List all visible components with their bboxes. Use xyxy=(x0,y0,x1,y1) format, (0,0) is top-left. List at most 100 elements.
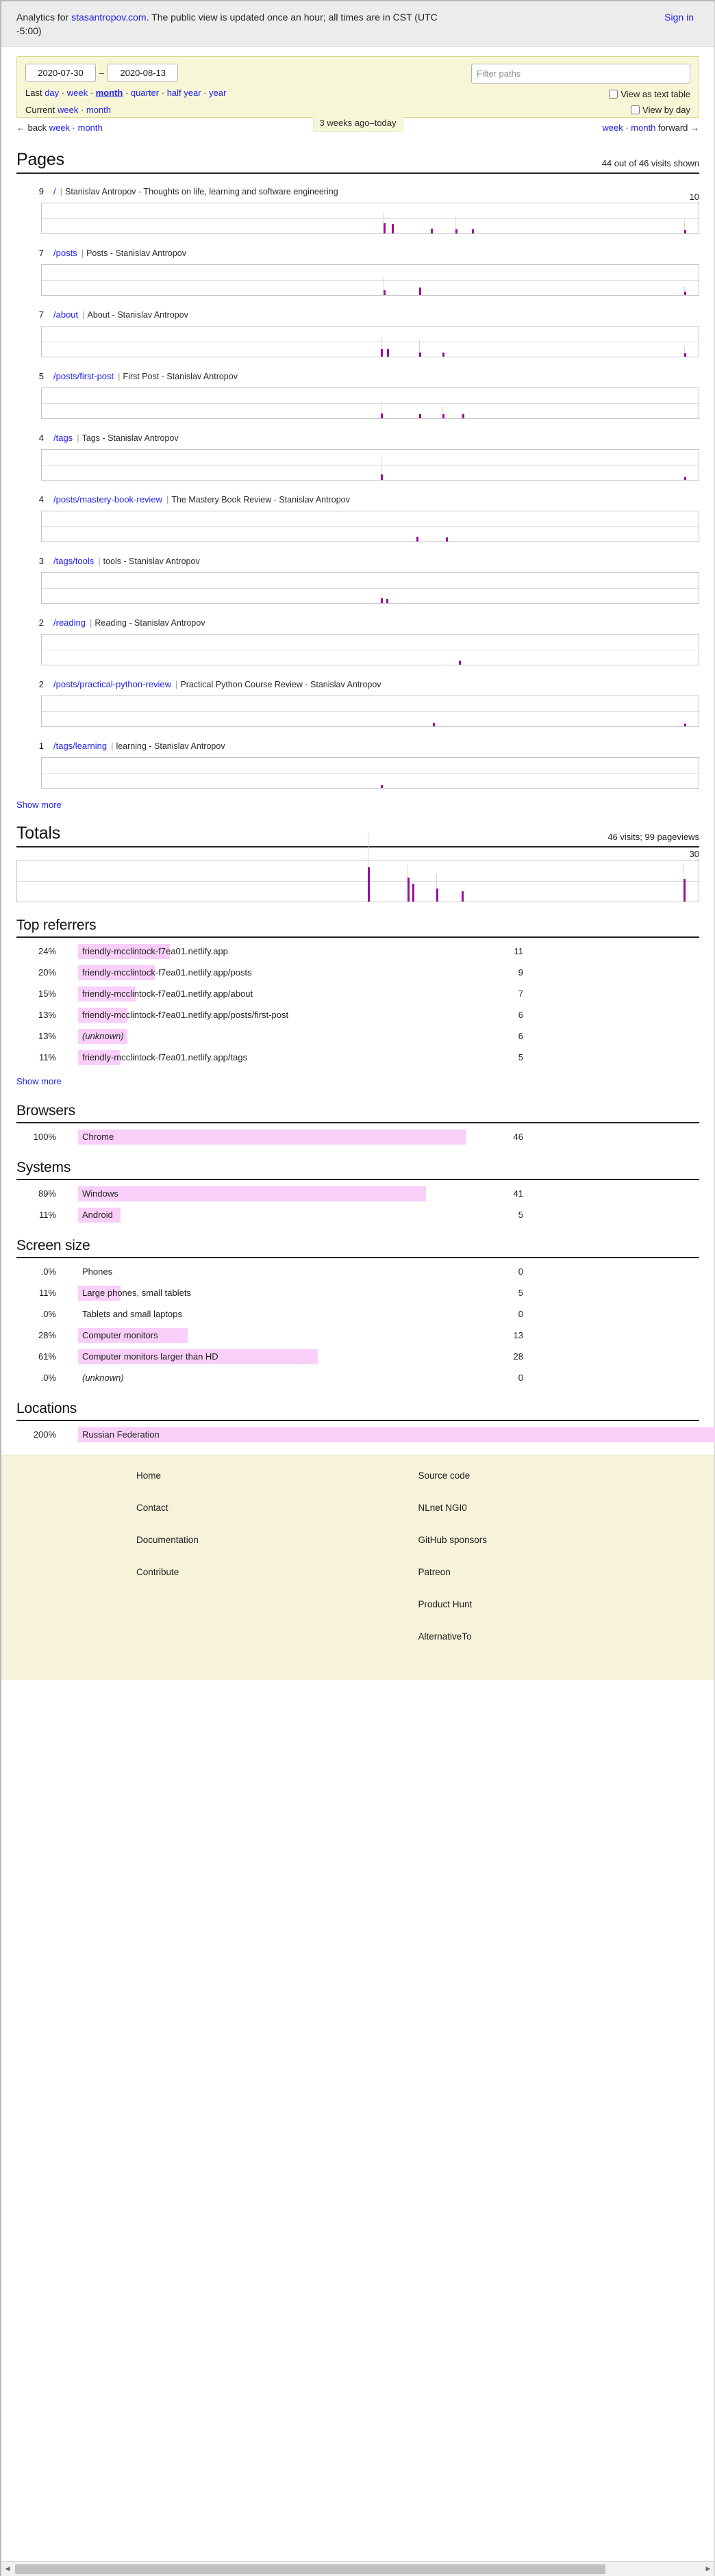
page-path-link[interactable]: /posts/first-post xyxy=(53,371,114,381)
scroll-left-arrow[interactable]: ◀ xyxy=(1,2565,14,2573)
forward-week-link[interactable]: week xyxy=(602,123,623,133)
horizontal-scrollbar-thumb[interactable] xyxy=(15,2564,605,2574)
page-path-link[interactable]: /tags/tools xyxy=(53,556,94,566)
stat-row[interactable]: 24% friendly-mcclintock-f7ea01.netlify.ap… xyxy=(16,944,699,959)
referrers-show-more-link[interactable]: Show more xyxy=(16,1076,62,1086)
view-by-day-checkbox[interactable] xyxy=(631,105,640,114)
site-link[interactable]: stasantropov.com xyxy=(71,12,146,23)
browsers-list: 100% Chrome 46 xyxy=(16,1130,699,1145)
visits-chart[interactable] xyxy=(41,696,699,727)
current-label: Current xyxy=(25,105,58,115)
stat-row[interactable]: 200% Russian Federation xyxy=(16,1427,715,1442)
stat-count: 5 xyxy=(518,1288,523,1298)
stat-bar xyxy=(78,1427,715,1442)
last-day-link[interactable]: day xyxy=(45,88,59,98)
stat-row[interactable]: 100% Chrome 46 xyxy=(16,1130,699,1145)
stat-row[interactable]: 13% (unknown) 6 xyxy=(16,1029,699,1044)
footer-link[interactable]: Product Hunt xyxy=(418,1599,715,1609)
sign-in-link[interactable]: Sign in xyxy=(664,10,694,24)
visits-chart[interactable]: 10 xyxy=(41,192,700,234)
page-row-line: 2/reading | Reading - Stanislav Antropov xyxy=(16,617,699,628)
stat-count: 28 xyxy=(513,1351,523,1362)
stat-row[interactable]: .0% Tablets and small laptops 0 xyxy=(16,1307,699,1322)
footer-link[interactable]: AlternativeTo xyxy=(418,1631,715,1642)
footer-link[interactable]: Source code xyxy=(418,1470,715,1481)
page-path-link[interactable]: /tags xyxy=(53,433,73,443)
footer-link[interactable]: Contribute xyxy=(136,1567,358,1577)
visits-chart[interactable] xyxy=(41,572,699,604)
stat-count: 6 xyxy=(518,1031,523,1041)
visits-chart[interactable] xyxy=(41,757,699,789)
visits-chart[interactable] xyxy=(41,634,699,665)
stat-row[interactable]: 20% friendly-mcclintock-f7ea01.netlify.ap… xyxy=(16,965,699,980)
view-as-text-table-row[interactable]: View as text table xyxy=(471,89,690,99)
last-year-link[interactable]: year xyxy=(209,88,226,98)
footer-link[interactable]: Home xyxy=(136,1470,358,1481)
visits-chart[interactable] xyxy=(41,264,699,296)
date-start-input[interactable] xyxy=(25,64,96,82)
filter-paths-input[interactable] xyxy=(471,64,690,84)
chart-bar-visits xyxy=(380,474,383,480)
stat-row[interactable]: 89% Windows 41 xyxy=(16,1186,699,1201)
page-path-link[interactable]: / xyxy=(53,186,56,196)
stat-label: Chrome xyxy=(82,1132,114,1142)
page-path-link[interactable]: /posts/practical-python-review xyxy=(53,679,171,689)
visits-chart[interactable] xyxy=(41,449,699,481)
footer-link[interactable]: Documentation xyxy=(136,1535,358,1545)
stat-row[interactable]: .0% Phones 0 xyxy=(16,1264,699,1279)
visits-chart[interactable] xyxy=(41,387,699,419)
page-title-text: learning - Stanislav Antropov xyxy=(116,741,225,751)
topbar-suffix: . The public view is updated once an hou… xyxy=(146,12,438,23)
stat-row[interactable]: 11% Android 5 xyxy=(16,1208,699,1223)
stat-percent: 28% xyxy=(38,1330,56,1340)
stat-label: friendly-mcclintock-f7ea01.netlify.app/t… xyxy=(82,1052,248,1062)
page-row-line: 7/about | About - Stanislav Antropov xyxy=(16,309,699,320)
stat-row[interactable]: .0% (unknown) 0 xyxy=(16,1370,699,1386)
view-as-text-table-checkbox[interactable] xyxy=(609,90,618,99)
horizontal-scrollbar[interactable]: ◀ ▶ xyxy=(1,2561,714,2576)
page-path-link[interactable]: /posts xyxy=(53,248,77,258)
systems-section-header: Systems xyxy=(16,1160,699,1180)
totals-section-header: Totals 46 visits; 99 pageviews xyxy=(16,824,699,847)
forward-month-link[interactable]: month xyxy=(631,123,655,133)
visits-chart[interactable] xyxy=(41,326,699,357)
page-path-link[interactable]: /reading xyxy=(53,617,86,628)
stat-row[interactable]: 13% friendly-mcclintock-f7ea01.netlify.ap… xyxy=(16,1008,699,1023)
stat-percent: 61% xyxy=(38,1351,56,1362)
page-visit-count: 2 xyxy=(38,617,44,628)
chart-max-label: 30 xyxy=(688,849,700,859)
page-path-link[interactable]: /tags/learning xyxy=(53,741,107,751)
last-week-link[interactable]: week xyxy=(67,88,88,98)
page-row-line: 1/tags/learning | learning - Stanislav Ant… xyxy=(16,741,699,751)
topbar: Analytics for stasantropov.com. The publ… xyxy=(1,1,714,47)
page-path-link[interactable]: /posts/mastery-book-review xyxy=(53,494,162,505)
back-month-link[interactable]: month xyxy=(78,123,103,133)
stat-row[interactable]: 11% Large phones, small tablets 5 xyxy=(16,1286,699,1301)
chart-midline xyxy=(42,711,699,712)
pages-show-more-link[interactable]: Show more xyxy=(16,800,62,810)
current-week-link[interactable]: week xyxy=(58,105,78,115)
stat-row[interactable]: 61% Computer monitors larger than HD 28 xyxy=(16,1349,699,1364)
date-range-dash: – xyxy=(99,68,105,78)
last-half-year-link[interactable]: half year xyxy=(167,88,201,98)
scroll-right-arrow[interactable]: ▶ xyxy=(702,2565,714,2573)
visits-chart[interactable]: 30 xyxy=(16,833,700,902)
last-month-link[interactable]: month xyxy=(96,88,123,98)
stat-percent: 13% xyxy=(38,1031,56,1041)
footer-link[interactable]: NLnet NGI0 xyxy=(418,1503,715,1513)
back-label: ← back xyxy=(16,123,49,133)
visits-chart[interactable] xyxy=(41,511,699,542)
footer-link[interactable]: Contact xyxy=(136,1503,358,1513)
stat-row[interactable]: 15% friendly-mcclintock-f7ea01.netlify.ap… xyxy=(16,986,699,1002)
footer-link[interactable]: GitHub sponsors xyxy=(418,1535,715,1545)
back-week-link[interactable]: week xyxy=(49,123,70,133)
view-by-day-row[interactable]: View by day xyxy=(471,105,690,115)
footer-link[interactable]: Patreon xyxy=(418,1567,715,1577)
page-path-link[interactable]: /about xyxy=(53,309,78,320)
chart-bar-visits xyxy=(383,290,386,295)
stat-row[interactable]: 28% Computer monitors 13 xyxy=(16,1328,699,1343)
last-quarter-link[interactable]: quarter xyxy=(131,88,159,98)
current-month-link[interactable]: month xyxy=(86,105,111,115)
stat-row[interactable]: 11% friendly-mcclintock-f7ea01.netlify.ap… xyxy=(16,1050,699,1065)
date-end-input[interactable] xyxy=(108,64,179,82)
